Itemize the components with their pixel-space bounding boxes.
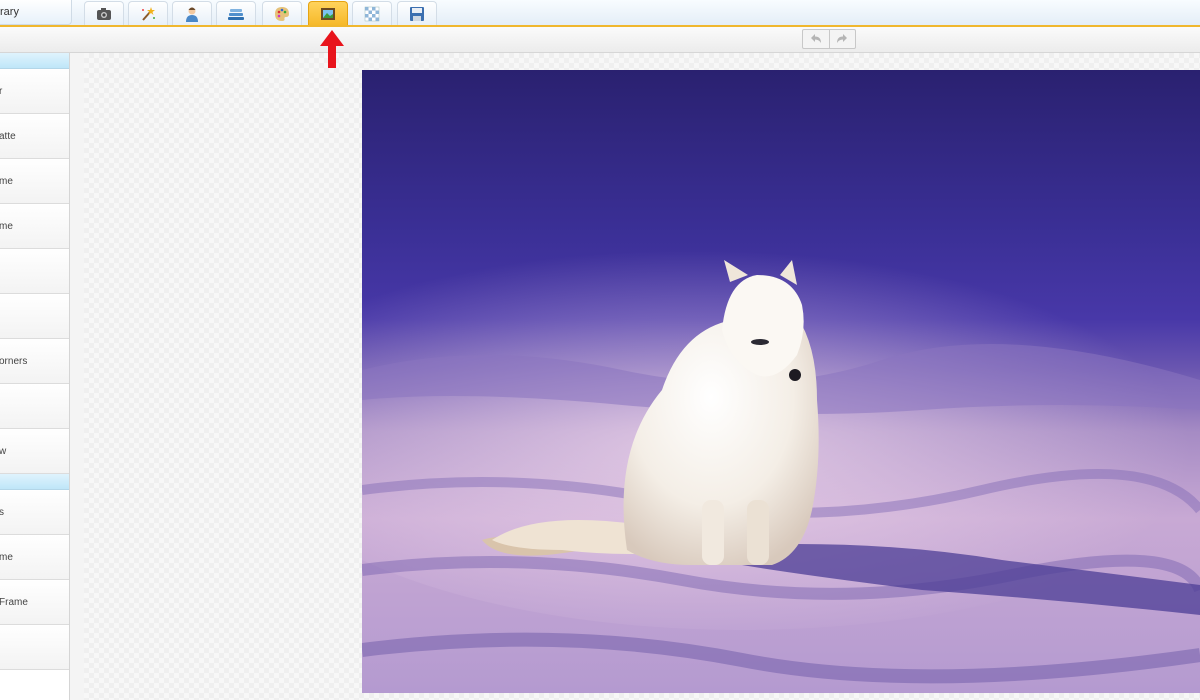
library-tab-label: rary <box>0 6 19 18</box>
sidebar-item[interactable]: me <box>0 204 69 249</box>
person-icon <box>186 7 198 22</box>
sidebar-item[interactable] <box>0 249 69 294</box>
sidebar-item[interactable]: orners <box>0 339 69 384</box>
camera-button[interactable] <box>84 1 124 25</box>
library-tab[interactable]: rary <box>0 0 72 25</box>
palette-icon <box>275 6 289 21</box>
sidebar-section-header <box>0 53 69 69</box>
sidebar-item-label: r <box>0 86 2 97</box>
history-controls <box>802 29 856 49</box>
sidebar-item[interactable]: w <box>0 429 69 474</box>
layers-button[interactable] <box>216 1 256 25</box>
magic-wand-icon <box>142 6 155 21</box>
save-icon <box>410 6 424 21</box>
layers-icon <box>228 8 244 20</box>
sidebar-item-label: atte <box>0 130 16 142</box>
red-arrow-annotation <box>320 30 344 68</box>
background-button[interactable] <box>352 1 392 25</box>
sidebar-item-label: me <box>0 551 13 563</box>
sidebar-item-label: me <box>0 175 13 187</box>
redo-button[interactable] <box>830 30 856 48</box>
sidebar-section-header <box>0 474 69 490</box>
sidebar-item[interactable] <box>0 625 69 670</box>
sidebar-item-label: me <box>0 220 13 232</box>
redo-icon <box>837 34 848 43</box>
secondary-toolbar <box>0 27 1200 53</box>
sidebar-item-label: orners <box>0 355 28 367</box>
save-button[interactable] <box>397 1 437 25</box>
checkerboard-icon <box>364 6 380 21</box>
arctic-fox-photo[interactable] <box>362 70 1200 693</box>
sidebar-item-label: Frame <box>0 596 28 608</box>
effects-button[interactable] <box>128 1 168 25</box>
sidebar-item-label: w <box>0 446 6 457</box>
sidebar-item[interactable] <box>0 294 69 339</box>
camera-icon <box>97 7 111 20</box>
frame-button[interactable] <box>308 1 348 25</box>
portrait-button[interactable] <box>172 1 212 25</box>
frames-sidebar: r atte me me orners w s me Frame <box>0 53 70 700</box>
photo-image <box>362 70 1200 693</box>
palette-button[interactable] <box>262 1 302 25</box>
sidebar-item[interactable]: r <box>0 69 69 114</box>
sidebar-item-label: s <box>0 507 4 518</box>
frame-icon <box>321 7 335 20</box>
sidebar-item[interactable] <box>0 384 69 429</box>
sidebar-item[interactable]: atte <box>0 114 69 159</box>
sidebar-item[interactable]: Frame <box>0 580 69 625</box>
undo-button[interactable] <box>803 30 830 48</box>
sidebar-item[interactable]: me <box>0 535 69 580</box>
sidebar-item[interactable]: me <box>0 159 69 204</box>
sidebar-item[interactable]: s <box>0 490 69 535</box>
top-toolbar: rary <box>0 0 1200 27</box>
undo-icon <box>810 34 821 43</box>
